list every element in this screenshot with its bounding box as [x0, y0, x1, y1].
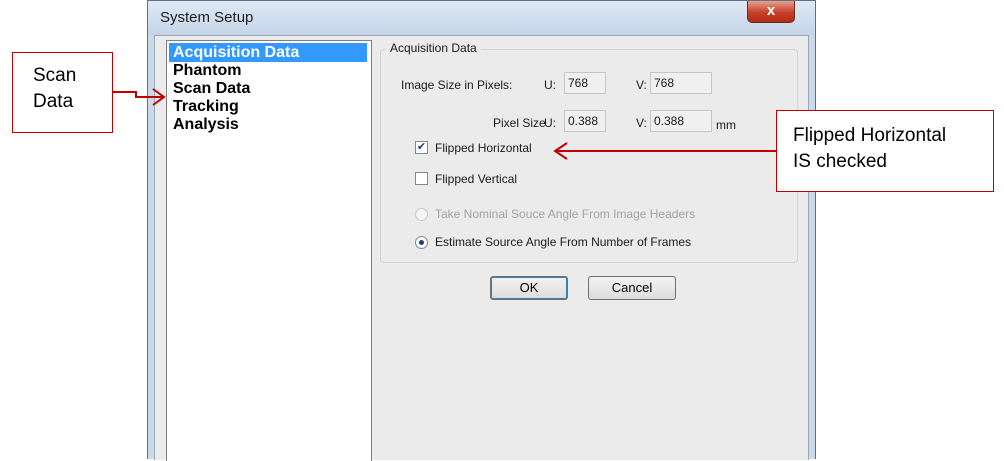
scan-data-arrow	[113, 88, 166, 106]
annotation-arrows	[113, 88, 776, 160]
flipped-horizontal-arrow	[553, 142, 776, 160]
scan-data-arrow-line	[113, 91, 163, 98]
